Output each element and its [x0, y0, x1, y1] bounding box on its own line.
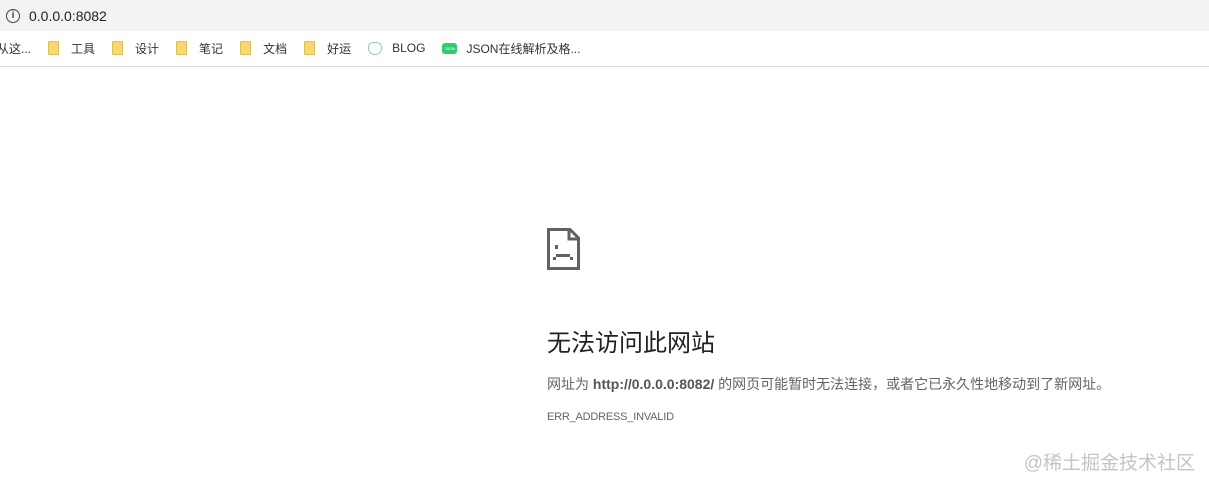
json-favicon-icon: JSON [442, 42, 458, 54]
bookmark-0[interactable]: 从这... [0, 40, 31, 57]
bookmark-label: 好运 [327, 41, 352, 56]
bookmark-folder-luck[interactable]: 好运 [304, 40, 351, 57]
url-text[interactable]: 0.0.0.0:8082 [29, 8, 107, 24]
bookmark-label: 文档 [263, 41, 288, 56]
folder-icon [176, 41, 188, 55]
folder-icon [112, 41, 124, 55]
bookmark-label: 笔记 [199, 41, 224, 56]
error-url: http://0.0.0.0:8082/ [592, 376, 715, 392]
desc-suffix: 的网页可能暂时无法连接，或者它已永久性地移动到了新网址。 [714, 376, 1111, 392]
bookmark-label: 从这... [0, 41, 32, 56]
bookmark-label: BLOG [392, 41, 426, 55]
watermark: @稀土掘金技术社区 [1023, 453, 1195, 474]
folder-icon [304, 41, 316, 55]
divider [0, 66, 1209, 67]
bookmark-json[interactable]: JSON JSON在线解析及格... [442, 40, 580, 57]
bookmark-folder-notes[interactable]: 笔记 [176, 40, 223, 57]
address-bar[interactable]: i 0.0.0.0:8082 [0, 0, 1209, 31]
info-icon[interactable]: i [6, 8, 20, 23]
blog-favicon-icon [368, 41, 383, 55]
bookmark-label: 设计 [135, 41, 160, 56]
error-page: 无法访问此网站 网址为 http://0.0.0.0:8082/ 的网页可能暂时… [547, 228, 1137, 423]
folder-icon [48, 41, 60, 55]
bookmark-blog[interactable]: BLOG [368, 41, 425, 55]
folder-icon [240, 41, 252, 55]
bookmark-folder-design[interactable]: 设计 [112, 40, 159, 57]
bookmark-folder-docs[interactable]: 文档 [240, 40, 287, 57]
bookmarks-bar: 从这... 工具 设计 笔记 文档 好运 BLOG JSON JSON在线解析及格… [0, 33, 1209, 63]
error-title: 无法访问此网站 [547, 330, 715, 357]
bookmark-label: JSON在线解析及格... [466, 41, 581, 56]
error-description: 网址为 http://0.0.0.0:8082/ 的网页可能暂时无法连接，或者它… [547, 372, 1137, 397]
bookmark-folder-tools[interactable]: 工具 [48, 40, 95, 57]
desc-prefix: 网址为 [547, 376, 593, 392]
error-code: ERR_ADDRESS_INVALID [547, 411, 674, 423]
bookmark-label: 工具 [71, 41, 96, 56]
sad-document-icon [547, 228, 580, 270]
